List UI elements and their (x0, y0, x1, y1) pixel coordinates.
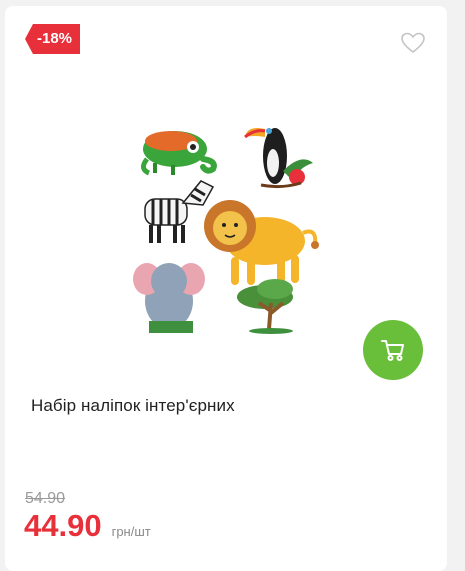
lion-sticker (204, 200, 319, 285)
old-price: 54.90 (25, 490, 66, 507)
product-image[interactable] (125, 111, 325, 341)
add-to-cart-button[interactable] (363, 320, 423, 380)
price-unit: грн/шт (111, 524, 151, 539)
current-price: 44.90 (24, 508, 102, 543)
shopping-cart-icon (381, 340, 404, 361)
product-title[interactable]: Набір наліпок інтер'єрних (31, 396, 411, 416)
product-card[interactable]: -18% Набір наліпок інтер'єрних 54.90 44.… (5, 6, 447, 571)
tree-sticker (237, 279, 293, 334)
discount-badge-text: -18% (36, 30, 73, 47)
price-row: 44.90 грн/шт (24, 508, 151, 544)
toucan-sticker (244, 128, 313, 189)
chameleon-sticker (141, 131, 217, 176)
elephant-sticker (133, 263, 205, 333)
heart-outline-icon (401, 32, 425, 53)
favorite-button[interactable] (400, 31, 426, 55)
discount-badge: -18% (25, 24, 80, 54)
zebra-sticker (144, 180, 215, 243)
